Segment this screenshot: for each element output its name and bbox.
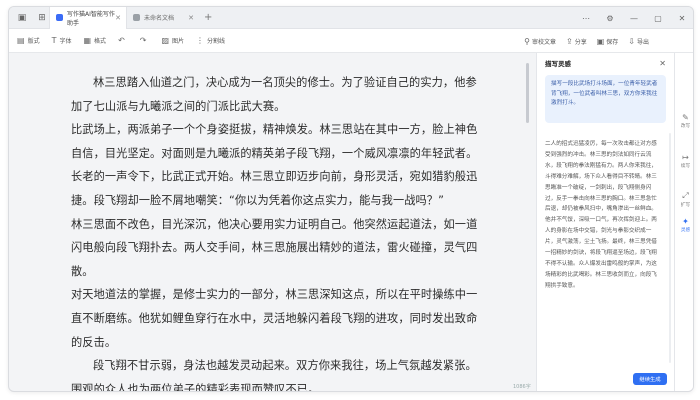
rail-label: 改写 xyxy=(680,124,691,129)
panel-header: 描写灵感 ✕ xyxy=(537,53,674,73)
tool-label: 字体 xyxy=(59,38,72,45)
close-icon[interactable]: ✕ xyxy=(659,59,666,68)
tool-label: 图片 xyxy=(172,38,185,45)
paragraph[interactable]: 林三思踏入仙道之门，决心成为一名顶尖的修士。为了验证自己的实力，他参加了七山派与… xyxy=(71,71,483,118)
tab-label: 写作猫AI智能写作助手 xyxy=(67,10,115,27)
editor-toolbar: ▤ 版式 T 字体 ▦ 格式 ↶ ↷ ▨ 图片 ⋮ 分割线 ⚲ 审校文章 ⇪ 分享 ▣ 保存 ⇩… xyxy=(9,29,693,53)
split-button[interactable]: ⋮ 分割线 xyxy=(196,36,225,45)
close-icon[interactable]: ✕ xyxy=(188,14,194,22)
maximize-icon[interactable]: ▢ xyxy=(651,14,665,23)
rail-item-inspire[interactable]: ✦ 灵感 xyxy=(675,217,693,233)
redo-icon: ↷ xyxy=(139,36,147,45)
prompt-box[interactable]: 描写一段比武场打斗场面，一位青年轻武者背飞翔，一位武者叫林三思，双方你来我往激烈… xyxy=(545,75,666,123)
tab-label: 未命名文档 xyxy=(144,15,175,22)
edit-icon: ✎ xyxy=(682,113,689,122)
paragraph[interactable]: 段飞翔不甘示弱，身法也越发灵动起来。双方你来我往，场上气氛越发紧张。围观的众人也… xyxy=(71,354,483,391)
document-icon xyxy=(133,14,140,21)
tab-writing-assistant[interactable]: 写作猫AI智能写作助手 ✕ xyxy=(49,7,127,29)
panel-scrollbar[interactable] xyxy=(669,133,671,363)
panel-title: 描写灵感 xyxy=(545,60,571,68)
tool-label: 分享 xyxy=(574,38,587,46)
tool-label: 分割线 xyxy=(207,38,226,45)
rail-item-rewrite[interactable]: ✎ 改写 xyxy=(675,113,693,129)
format-icon: ▦ xyxy=(83,36,92,45)
rail-label: 灵感 xyxy=(680,228,691,233)
window-controls: ⋯ ⚙ — ▢ ✕ xyxy=(579,7,689,29)
rail-label: 续写 xyxy=(680,164,691,169)
app-window: ▣ ⊞ 写作猫AI智能写作助手 ✕ 未命名文档 ✕ + ⋯ ⚙ — ▢ ✕ ▤ 版… xyxy=(8,6,694,392)
undo-icon: ↶ xyxy=(118,36,125,45)
rail-label: 扩写 xyxy=(680,203,691,208)
paragraph[interactable]: 比武场上，两派弟子一个个身姿挺拔，精神焕发。林三思站在其中一方，脸上神色自信，目… xyxy=(71,118,483,212)
word-count: 1086字 xyxy=(513,384,531,390)
layout-icon: ▤ xyxy=(17,36,25,45)
add-tab-icon[interactable]: + xyxy=(204,12,212,23)
share-button[interactable]: ⇪ 分享 xyxy=(566,37,587,46)
more-icon[interactable]: ⋯ xyxy=(579,14,593,23)
document-body[interactable]: 林三思踏入仙道之门，决心成为一名顶尖的修士。为了验证自己的实力，他参加了七山派与… xyxy=(71,71,483,391)
export-button[interactable]: ⇩ 导出 xyxy=(628,37,649,46)
tool-label: 导出 xyxy=(636,38,649,46)
tool-label: 保存 xyxy=(606,38,619,46)
settings-icon[interactable]: ⚙ xyxy=(603,14,617,23)
inspire-icon: ✦ xyxy=(682,217,689,226)
paragraph[interactable]: 林三思面不改色，目光深沉，他决心要用实力证明自己。他突然运起道法，如一道闪电般向… xyxy=(71,213,483,284)
generate-button[interactable]: 继续生成 xyxy=(633,373,667,385)
app-logo-icon xyxy=(56,14,63,21)
expand-icon: ⤢ xyxy=(682,191,689,200)
toolbar-right: ⚲ 审校文章 ⇪ 分享 ▣ 保存 ⇩ 导出 xyxy=(524,29,649,53)
inspiration-panel: 描写灵感 ✕ 描写一段比武场打斗场面，一位青年轻武者背飞翔，一位武者叫林三思，双… xyxy=(536,53,674,391)
image-button[interactable]: ▨ 图片 xyxy=(161,36,184,45)
save-button[interactable]: ▣ 保存 xyxy=(597,37,619,46)
close-window-icon[interactable]: ✕ xyxy=(675,14,689,23)
rail-item-continue[interactable]: ↦ 续写 xyxy=(675,153,693,169)
tab-bar: ▣ ⊞ 写作猫AI智能写作助手 ✕ 未命名文档 ✕ + ⋯ ⚙ — ▢ ✕ xyxy=(9,7,693,29)
font-icon: T xyxy=(51,36,57,45)
image-icon: ▨ xyxy=(161,36,170,45)
document-editor[interactable]: 林三思踏入仙道之门，决心成为一名顶尖的修士。为了验证自己的实力，他参加了七山派与… xyxy=(19,53,534,391)
share-icon: ⇪ xyxy=(565,36,573,46)
grid-icon[interactable]: ⊞ xyxy=(35,11,49,25)
split-icon: ⋮ xyxy=(196,36,205,45)
minimize-icon[interactable]: — xyxy=(627,14,641,23)
sidebar-toggle-icon[interactable]: ▣ xyxy=(15,11,29,25)
font-button[interactable]: T 字体 xyxy=(52,36,72,45)
undo-button[interactable]: ↶ xyxy=(118,36,128,45)
tool-label: 版式 xyxy=(27,38,40,45)
save-icon: ▣ xyxy=(596,36,605,46)
right-rail: ✎ 改写 ↦ 续写 ⤢ 扩写 ✦ 灵感 xyxy=(674,53,693,391)
export-icon: ⇩ xyxy=(628,36,635,46)
redo-button[interactable]: ↷ xyxy=(140,36,150,45)
paragraph[interactable]: 对天地道法的掌握，是修士实力的一部分，林三思深知这点，所以在平时操练中一直不断磨… xyxy=(71,283,483,354)
tool-label: 审校文章 xyxy=(531,38,556,46)
layout-button[interactable]: ▤ 版式 xyxy=(17,36,40,45)
format-button[interactable]: ▦ 格式 xyxy=(83,36,106,45)
review-icon: ⚲ xyxy=(524,36,530,46)
tool-label: 格式 xyxy=(94,38,107,45)
continue-icon: ↦ xyxy=(682,153,689,162)
rail-item-expand[interactable]: ⤢ 扩写 xyxy=(675,191,693,208)
close-icon[interactable]: ✕ xyxy=(115,14,121,22)
generated-result: 二人的招式迅猛凌厉，每一次攻击都让对方感受到强烈的冲击。林三思的剑法如同行云流水… xyxy=(545,141,657,289)
tab-untitled[interactable]: 未命名文档 ✕ xyxy=(127,7,199,29)
editor-scrollbar[interactable] xyxy=(526,63,529,123)
review-button[interactable]: ⚲ 审校文章 xyxy=(524,37,556,46)
